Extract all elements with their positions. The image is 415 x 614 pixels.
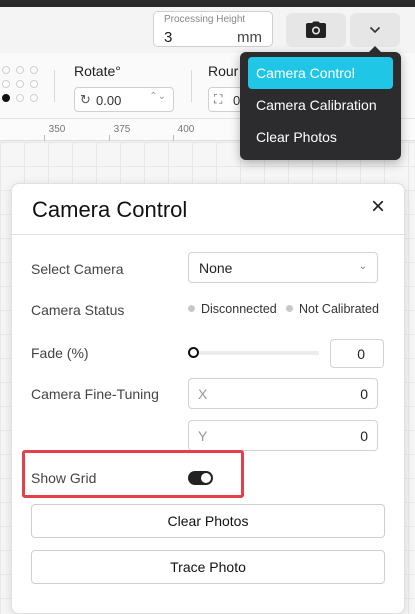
clear-photos-button[interactable]: Clear Photos <box>31 504 385 538</box>
camera-status-label: Camera Status <box>31 302 125 318</box>
align-dot[interactable] <box>16 80 24 88</box>
align-dot-selected[interactable] <box>2 94 10 102</box>
select-camera-value: None <box>199 260 233 276</box>
status-dot-icon <box>286 305 293 312</box>
fade-slider-thumb[interactable] <box>188 347 199 358</box>
select-camera-dropdown[interactable]: None ⌄ <box>188 252 378 283</box>
rotate-input[interactable]: ↻ 0.00 ⌃⌄ <box>74 87 174 112</box>
ruler-tick-label: 350 <box>48 124 66 135</box>
status-dot-icon <box>188 305 195 312</box>
align-dot[interactable] <box>30 66 38 74</box>
processing-height-value[interactable]: 3 <box>164 29 172 46</box>
fade-input[interactable]: 0 <box>330 339 384 368</box>
divider <box>54 70 55 102</box>
fade-label: Fade (%) <box>31 345 89 361</box>
chevron-down-icon: ⌄ <box>358 261 367 272</box>
ruler-tick-label: 375 <box>113 124 131 135</box>
rotate-value[interactable]: 0.00 <box>96 93 121 108</box>
fine-tuning-x-input[interactable]: X 0 <box>188 378 378 409</box>
menu-item-camera-calibration[interactable]: Camera Calibration <box>248 89 393 121</box>
calibration-status-text: Not Calibrated <box>299 302 379 316</box>
fine-tuning-label: Camera Fine-Tuning <box>31 386 159 402</box>
camera-icon <box>306 21 326 38</box>
connection-status-text: Disconnected <box>201 302 277 316</box>
x-axis-label: X <box>198 386 208 402</box>
connection-status: Disconnected <box>188 302 277 316</box>
menu-item-camera-control[interactable]: Camera Control <box>248 57 393 89</box>
alignment-grid[interactable] <box>2 66 42 106</box>
align-dot[interactable] <box>30 80 38 88</box>
processing-height-field[interactable]: Processing Height 3 mm <box>153 11 273 47</box>
ruler-tick <box>173 135 174 141</box>
y-axis-label: Y <box>198 428 208 444</box>
x-value[interactable]: 0 <box>360 386 368 402</box>
divider <box>12 234 404 235</box>
stepper-icon[interactable]: ⌃⌄ <box>149 91 166 102</box>
show-grid-toggle[interactable] <box>188 471 213 485</box>
menu-item-clear-photos[interactable]: Clear Photos <box>248 121 393 153</box>
toggle-knob <box>201 473 211 483</box>
ruler-tick <box>109 135 110 141</box>
ruler-tick-label: 400 <box>177 124 195 135</box>
align-dot[interactable] <box>2 80 10 88</box>
rotate-label: Rotate° <box>74 63 121 79</box>
camera-button[interactable] <box>286 13 346 47</box>
panel-title: Camera Control <box>32 197 188 222</box>
window-top-bar <box>0 0 415 7</box>
align-dot[interactable] <box>30 94 38 102</box>
fine-tuning-y-input[interactable]: Y 0 <box>188 420 378 451</box>
camera-menu: Camera Control Camera Calibration Clear … <box>240 46 401 160</box>
round-label: Rour <box>208 63 239 79</box>
align-dot[interactable] <box>16 66 24 74</box>
show-grid-label: Show Grid <box>31 470 97 486</box>
close-icon[interactable]: × <box>366 195 390 219</box>
fade-value[interactable]: 0 <box>357 346 365 362</box>
chevron-down-icon <box>369 26 381 34</box>
trace-photo-button[interactable]: Trace Photo <box>31 550 385 584</box>
fade-slider-track[interactable] <box>192 351 319 355</box>
ruler-tick <box>44 135 45 141</box>
align-dot[interactable] <box>16 94 24 102</box>
divider <box>191 70 192 102</box>
camera-dropdown-button[interactable] <box>350 13 400 47</box>
camera-control-panel: Camera Control × Select Camera None ⌄ Ca… <box>11 183 405 614</box>
processing-height-unit: mm <box>237 29 262 46</box>
y-value[interactable]: 0 <box>360 428 368 444</box>
rotate-icon: ↻ <box>80 92 91 107</box>
select-camera-label: Select Camera <box>31 261 124 277</box>
processing-height-label: Processing Height <box>164 14 246 25</box>
align-dot[interactable] <box>2 66 10 74</box>
calibration-status: Not Calibrated <box>286 302 379 316</box>
corner-radius-icon: ⛶ <box>214 92 223 106</box>
